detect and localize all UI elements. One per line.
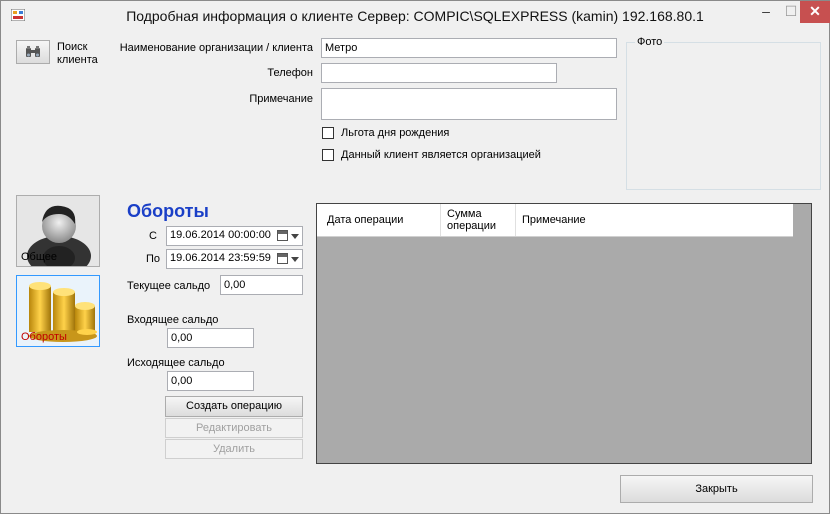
operations-grid[interactable]: Дата операции Сумма операции Примечание [316,203,812,464]
note-textarea[interactable] [321,88,617,120]
note-label: Примечание [249,93,313,105]
photo-title: Фото [635,36,665,48]
from-label: С [149,230,157,242]
outgoing-balance-label: Исходящее сальдо [127,357,225,369]
incoming-balance-input[interactable]: 0,00 [167,328,254,348]
outgoing-balance-input[interactable]: 0,00 [167,371,254,391]
client-area: Поиск клиента Наименование организации /… [1,31,829,513]
grid-header: Дата операции Сумма операции Примечание [317,204,793,237]
phone-input[interactable] [321,63,557,83]
photo-groupbox: Фото [626,36,821,190]
nav-turnover-button[interactable]: Обороты [16,275,100,347]
search-client-button[interactable] [16,40,50,64]
search-label-line1: Поиск [57,41,88,53]
create-operation-button[interactable]: Создать операцию [165,396,303,417]
grid-header-amount-line2: операции [447,220,497,232]
birthday-discount-label[interactable]: Льгота дня рождения [341,127,449,139]
org-name-input[interactable]: Метро [321,38,617,58]
search-client-label: Поиск клиента [57,41,98,67]
from-date-value: 19.06.2014 00:00:00 [170,229,271,241]
dropdown-arrow-icon[interactable] [291,257,299,262]
close-button[interactable]: Закрыть [620,475,813,503]
to-label: По [146,253,161,265]
nav-turnover-label: Обороты [21,331,67,343]
incoming-balance-label: Входящее сальдо [127,314,219,326]
search-label-line2: клиента [57,54,98,66]
grid-header-amount[interactable]: Сумма операции [441,204,516,236]
edit-button[interactable]: Редактировать [165,418,303,438]
org-name-label: Наименование организации / клиента [119,42,313,54]
turnover-heading: Обороты [127,201,209,221]
calendar-icon[interactable] [277,230,288,241]
grid-header-amount-line1: Сумма [447,208,482,220]
nav-general-button[interactable]: Общее [16,195,100,267]
is-organization-checkbox[interactable] [322,149,334,161]
is-organization-label[interactable]: Данный клиент является организацией [341,149,541,161]
dropdown-arrow-icon[interactable] [291,234,299,239]
to-date-picker[interactable]: 19.06.2014 23:59:59 [166,249,303,269]
window-title: Подробная информация о клиенте Сервер: C… [126,8,704,24]
maximize-button[interactable]: ☐ [781,1,801,23]
to-date-value: 19.06.2014 23:59:59 [170,252,271,264]
birthday-discount-checkbox[interactable] [322,127,334,139]
grid-header-date[interactable]: Дата операции [317,204,441,236]
from-date-picker[interactable]: 19.06.2014 00:00:00 [166,226,303,246]
title-bar[interactable]: Подробная информация о клиенте Сервер: C… [1,1,830,31]
binoculars-icon [26,46,40,58]
client-details-window: Подробная информация о клиенте Сервер: C… [0,0,830,514]
phone-label: Телефон [267,67,313,79]
current-balance-input[interactable]: 0,00 [220,275,303,295]
delete-button[interactable]: Удалить [165,439,303,459]
calendar-icon[interactable] [277,253,288,264]
grid-header-note[interactable]: Примечание [516,204,793,236]
close-window-button[interactable]: ✕ [800,1,830,23]
nav-general-label: Общее [21,251,58,263]
minimize-button[interactable]: – [752,1,780,23]
current-balance-label: Текущее сальдо [127,280,211,292]
